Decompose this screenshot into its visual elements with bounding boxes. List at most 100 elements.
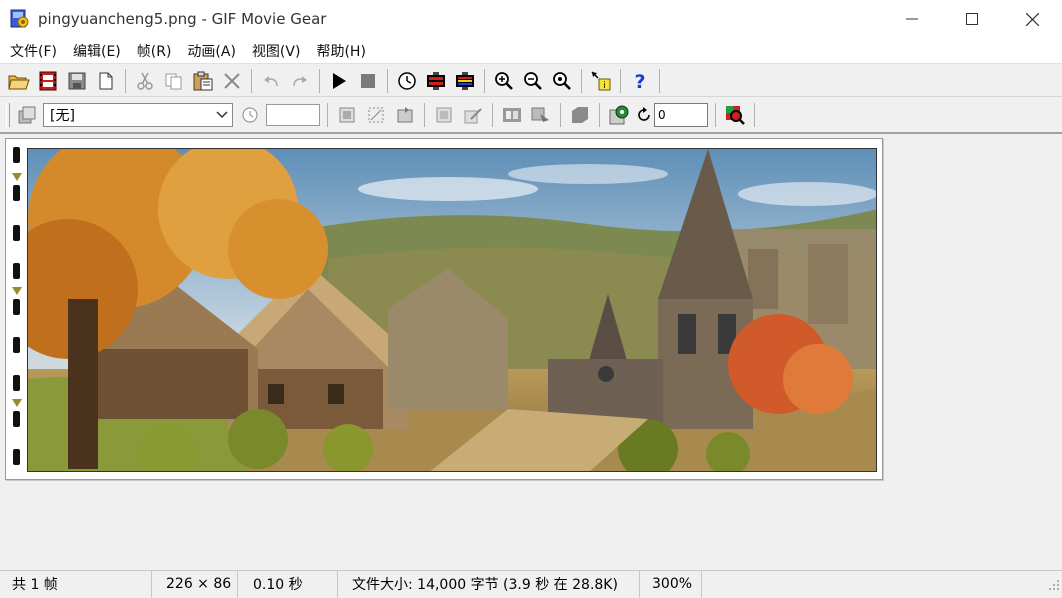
frame-marker-icon	[12, 173, 22, 181]
palette-button[interactable]	[452, 69, 478, 93]
delete-x-icon	[224, 72, 240, 89]
toolbar-separator	[319, 68, 320, 93]
chevron-down-icon	[216, 111, 228, 119]
open-button[interactable]	[6, 69, 32, 93]
menu-edit[interactable]: 编辑(E)	[67, 41, 127, 61]
clipboard-icon	[193, 71, 213, 90]
delay-input[interactable]	[266, 104, 320, 126]
paste-button[interactable]	[190, 69, 216, 93]
toolbar-separator	[492, 103, 493, 127]
scene-image[interactable]	[27, 148, 877, 472]
scissors-icon	[137, 72, 153, 90]
frame-crop-button[interactable]	[363, 103, 389, 127]
split-icon	[503, 108, 521, 122]
close-icon	[1025, 12, 1039, 26]
frame-position-icon	[436, 107, 452, 123]
undo-button[interactable]	[258, 69, 284, 93]
film-perforation	[13, 225, 20, 241]
tip-button[interactable]: i	[588, 69, 614, 93]
menu-view[interactable]: 视图(V)	[246, 41, 307, 61]
toolbar-separator	[327, 103, 328, 127]
frame-insert-icon	[339, 107, 355, 123]
loop-count-input[interactable]	[654, 103, 708, 127]
zoom-out-button[interactable]	[520, 69, 546, 93]
menu-animation[interactable]: 动画(A)	[181, 41, 242, 61]
optimize-button[interactable]	[567, 103, 593, 127]
copy-button[interactable]	[161, 69, 187, 93]
info-note-icon: i	[591, 70, 611, 91]
delay-clock-button[interactable]	[237, 103, 263, 127]
minimize-button[interactable]	[882, 0, 942, 38]
redo-icon	[293, 75, 307, 86]
maximize-button[interactable]	[942, 0, 1002, 38]
play-icon	[333, 72, 346, 89]
merge-frames-button[interactable]	[528, 103, 554, 127]
redo-button[interactable]	[287, 69, 313, 93]
app-icon[interactable]	[10, 9, 30, 29]
loop-settings-button[interactable]	[606, 103, 632, 127]
zoom-reset-icon	[553, 71, 571, 90]
status-delay: 0.10 秒	[238, 570, 338, 598]
toolbar-separator	[659, 68, 660, 93]
frame-rotate-button[interactable]	[392, 103, 418, 127]
toolbar-separator	[125, 68, 126, 93]
film-perforation	[13, 263, 20, 279]
toolbar-separator	[581, 68, 582, 93]
zoom-actual-button[interactable]	[549, 69, 575, 93]
toolbar-separator	[560, 103, 561, 127]
toolbar-separator	[251, 68, 252, 93]
zoom-in-button[interactable]	[491, 69, 517, 93]
frame-panel[interactable]	[5, 138, 883, 480]
status-filesize: 文件大小: 14,000 字节 (3.9 秒 在 28.8K)	[338, 570, 640, 598]
save-icon	[68, 72, 86, 89]
frame-marker-icon	[12, 399, 22, 407]
toolbar-separator	[599, 103, 600, 127]
minimize-icon	[906, 18, 918, 20]
frame-marker-icon	[12, 287, 22, 295]
loop-icon-button[interactable]	[635, 103, 653, 127]
toolbar-grip[interactable]	[6, 103, 10, 127]
new-button[interactable]	[93, 69, 119, 93]
frame-insert-button[interactable]	[334, 103, 360, 127]
undo-icon	[264, 75, 278, 86]
new-document-icon	[99, 72, 113, 89]
help-button[interactable]: ?	[627, 69, 653, 93]
help-question-icon: ?	[634, 71, 645, 91]
frame-edit-button[interactable]	[460, 103, 486, 127]
stop-button[interactable]	[355, 69, 381, 93]
frame-position-button[interactable]	[431, 103, 457, 127]
frame-rotate-icon	[397, 107, 413, 123]
preview-magnifier-icon	[726, 106, 745, 125]
split-frames-button[interactable]	[499, 103, 525, 127]
film-perforation	[13, 185, 20, 201]
loop-settings-icon	[609, 105, 629, 125]
menu-help[interactable]: 帮助(H)	[310, 41, 371, 61]
film-icon	[39, 71, 57, 90]
svg-text:i: i	[603, 81, 606, 91]
frame-properties-button[interactable]	[14, 103, 40, 127]
save-button[interactable]	[64, 69, 90, 93]
toolbar-separator	[715, 103, 716, 127]
play-button[interactable]	[326, 69, 352, 93]
film-perforation	[13, 375, 20, 391]
cut-button[interactable]	[132, 69, 158, 93]
color-bars-icon	[456, 71, 474, 90]
menu-file[interactable]: 文件(F)	[4, 41, 63, 61]
resize-grip-icon[interactable]	[1048, 579, 1060, 595]
reduce-colors-button[interactable]	[423, 69, 449, 93]
transparency-select[interactable]: [无]	[43, 103, 233, 127]
zoom-out-icon	[524, 71, 542, 90]
close-button[interactable]	[1002, 0, 1062, 38]
main-toolbar: i ?	[0, 65, 1062, 97]
transparency-select-value: [无]	[50, 108, 75, 124]
open-frames-button[interactable]	[35, 69, 61, 93]
merge-icon	[531, 107, 549, 122]
delete-button[interactable]	[219, 69, 245, 93]
menu-frame[interactable]: 帧(R)	[131, 41, 178, 61]
toolbar-separator	[754, 103, 755, 127]
preview-button[interactable]	[722, 103, 748, 127]
film-perforation	[13, 147, 20, 163]
film-strip	[10, 147, 24, 473]
film-perforation	[13, 411, 20, 427]
timing-button[interactable]	[394, 69, 420, 93]
